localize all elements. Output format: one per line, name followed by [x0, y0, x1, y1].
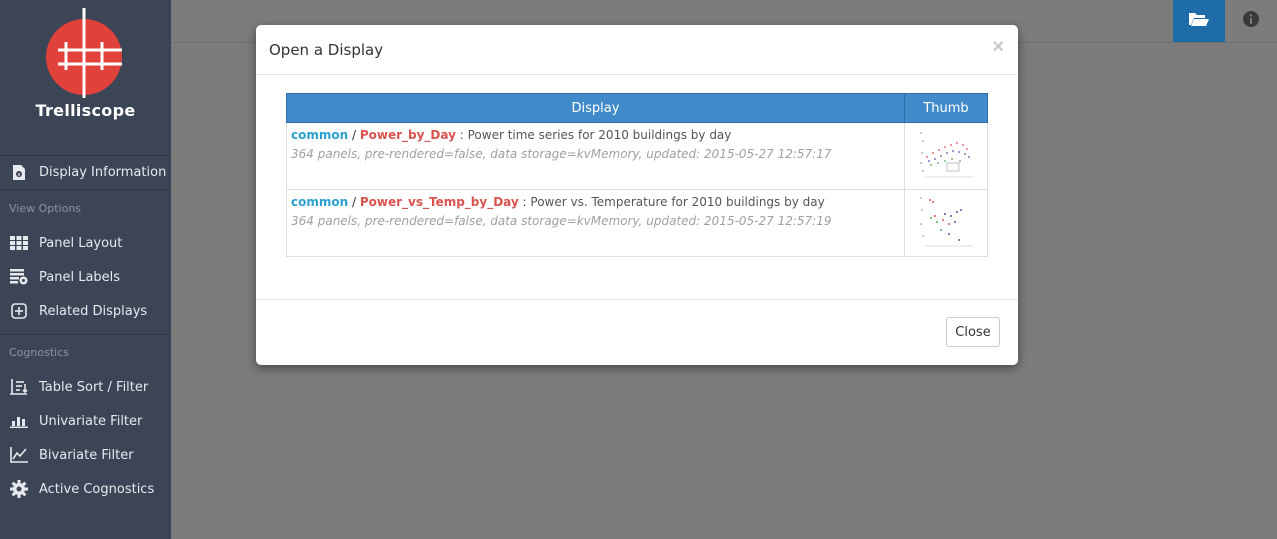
sidebar-item-univariate-filter[interactable]: Univariate Filter [0, 404, 171, 438]
logo-area: Trelliscope [0, 0, 171, 156]
grid-icon [9, 234, 29, 252]
table-row[interactable]: common / Power_by_Day : Power time serie… [286, 122, 988, 190]
info-icon [1243, 10, 1259, 32]
section-heading-view-options: View Options [9, 201, 82, 215]
display-meta: 364 panels, pre-rendered=false, data sto… [291, 214, 832, 228]
open-display-modal: Open a Display × Display Thumb common / … [256, 25, 1018, 365]
sidebar-item-display-information[interactable]: Display Information [0, 156, 171, 190]
sidebar-item-active-cognostics[interactable]: Active Cognostics [0, 472, 171, 506]
sidebar-item-label: Bivariate Filter [39, 447, 134, 463]
bar-chart-icon [9, 412, 29, 430]
sidebar-item-label: Related Displays [39, 303, 148, 319]
display-group-link[interactable]: common [291, 195, 348, 209]
thumbnail-image [920, 197, 973, 247]
column-header-thumb: Thumb [904, 93, 988, 123]
modal-header: Open a Display × [256, 25, 1018, 75]
close-icon[interactable]: × [992, 37, 1004, 57]
sidebar-item-label: Univariate Filter [39, 413, 143, 429]
sidebar-item-bivariate-filter[interactable]: Bivariate Filter [0, 438, 171, 472]
display-meta: 364 panels, pre-rendered=false, data sto… [291, 147, 832, 161]
sidebar-item-label: Panel Layout [39, 235, 123, 251]
display-description: : Power vs. Temperature for 2010 buildin… [518, 195, 825, 209]
thumb-cell[interactable] [904, 122, 988, 190]
line-chart-icon [9, 446, 29, 464]
info-button[interactable] [1225, 0, 1277, 42]
gear-icon [9, 480, 29, 498]
display-description: : Power time series for 2010 buildings b… [455, 128, 732, 142]
thumb-cell[interactable] [904, 189, 988, 257]
display-info-cell: common / Power_vs_Temp_by_Day : Power vs… [286, 189, 905, 257]
display-name-link[interactable]: Power_by_Day [360, 128, 456, 142]
table-sort-icon [9, 378, 29, 396]
sidebar-item-panel-labels[interactable]: Panel Labels [0, 260, 171, 294]
topbar-actions [1173, 0, 1277, 42]
sidebar-item-label: Active Cognostics [39, 481, 155, 497]
sidebar-item-label: Display Information [39, 165, 167, 180]
app-title: Trelliscope [35, 101, 136, 120]
modal-body: Display Thumb common / Power_by_Day : Po… [256, 75, 1018, 299]
sidebar: Trelliscope Display Information View Opt… [0, 0, 171, 539]
display-info-cell: common / Power_by_Day : Power time serie… [286, 122, 905, 190]
open-display-button[interactable] [1173, 0, 1225, 42]
thumbnail-image [920, 132, 973, 178]
separator-slash: / [348, 128, 360, 142]
displays-table: Display Thumb common / Power_by_Day : Po… [286, 93, 988, 257]
sidebar-item-label: Panel Labels [39, 269, 121, 285]
file-info-icon [9, 164, 29, 182]
sidebar-item-label: Table Sort / Filter [39, 379, 149, 395]
section-heading-cognostics: Cognostics [0, 334, 171, 370]
sidebar-item-table-sort-filter[interactable]: Table Sort / Filter [0, 370, 171, 404]
modal-footer: Close [256, 299, 1018, 365]
separator-slash: / [348, 195, 360, 209]
plus-square-icon [9, 302, 29, 320]
modal-title: Open a Display [269, 41, 384, 59]
sidebar-item-related-displays[interactable]: Related Displays [0, 294, 171, 328]
sidebar-item-panel-layout[interactable]: Panel Layout [0, 226, 171, 260]
table-row[interactable]: common / Power_vs_Temp_by_Day : Power vs… [286, 189, 988, 257]
close-button[interactable]: Close [946, 317, 1000, 347]
folder-open-icon [1189, 11, 1209, 32]
trelliscope-logo [46, 8, 122, 98]
display-group-link[interactable]: common [291, 128, 348, 142]
labels-gear-icon [9, 268, 29, 286]
column-header-display: Display [286, 93, 905, 123]
display-name-link[interactable]: Power_vs_Temp_by_Day [360, 195, 519, 209]
